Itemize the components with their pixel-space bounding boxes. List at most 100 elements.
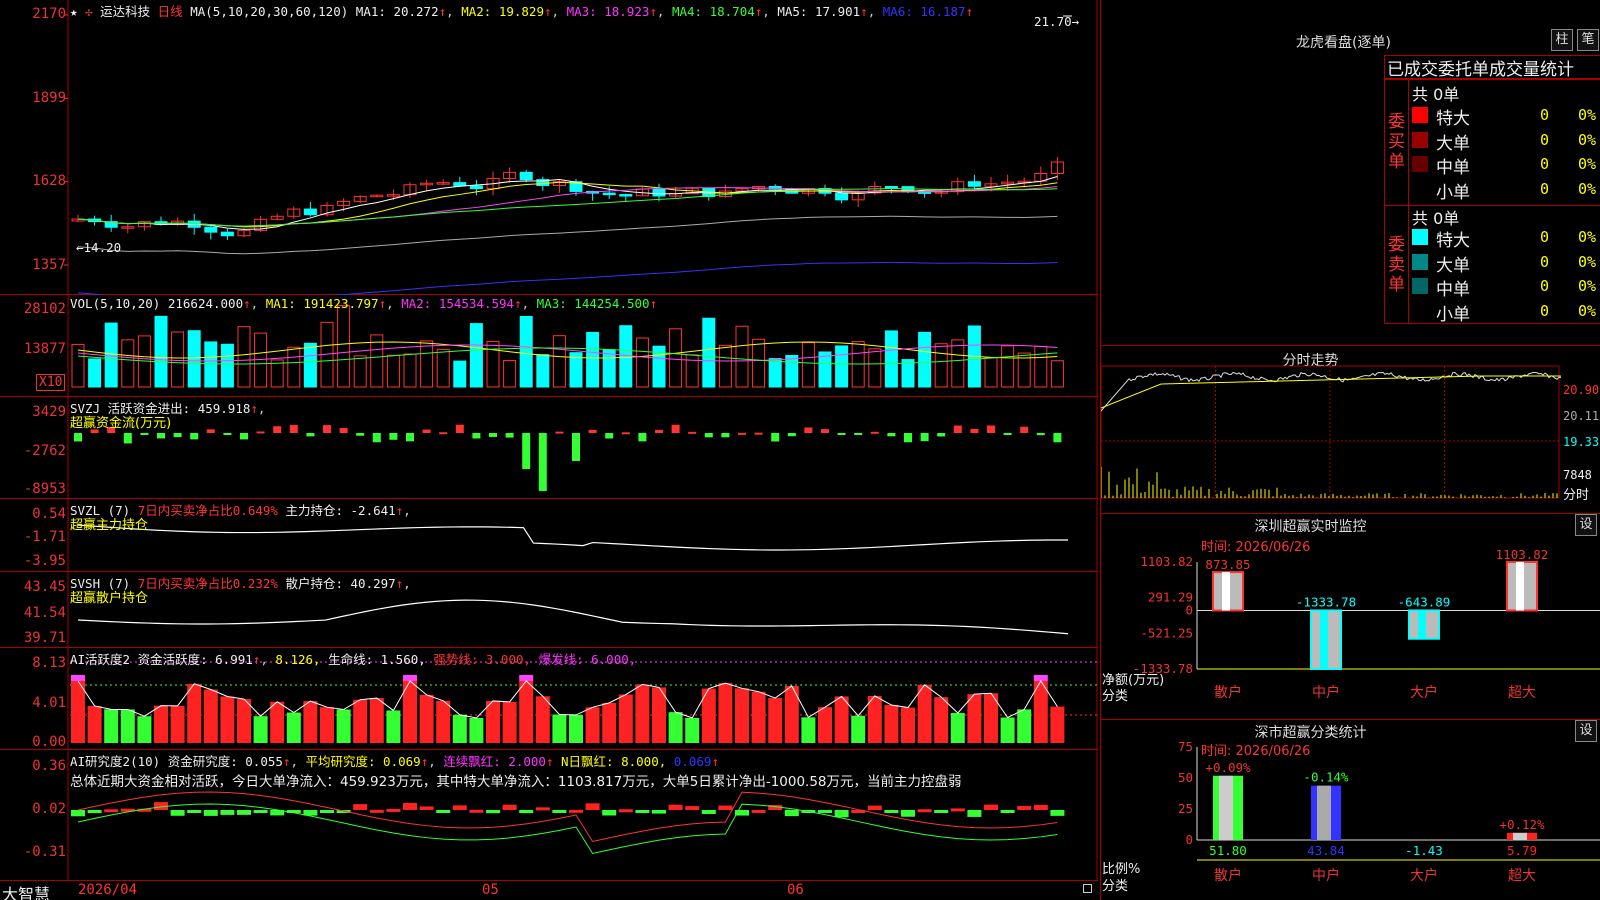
svzj-bar: [605, 433, 614, 439]
monitor-bar-highlight: [1320, 610, 1328, 669]
dragon-tiger-header: 已成交委托单成交量统计: [1387, 60, 1574, 80]
sell-swatch: [1412, 229, 1428, 245]
intra-y-label-1: 20.90: [1563, 383, 1600, 397]
ai-active-bar: [270, 701, 285, 743]
ma2-label: MA2:: [461, 4, 492, 19]
volume-bar: [635, 337, 649, 388]
volume-pane[interactable]: VOL(5,10,20) 216624.000↑, MA1: 191423.79…: [0, 295, 1098, 397]
ai-strong-line: 强势线: 3.000,: [433, 652, 532, 667]
ai-research-bar: [187, 810, 202, 813]
ai-active-bar: [718, 683, 733, 743]
ai-research-bar: [950, 808, 965, 812]
monitor-value-label: -643.89: [1398, 594, 1451, 609]
sell-row-pct: 0%: [1578, 252, 1597, 271]
ai-research-bar: [320, 810, 334, 813]
volume-bar: [104, 322, 118, 388]
period-label[interactable]: 日线: [158, 4, 183, 19]
sz-monitor-axis-sub: 分类: [1102, 689, 1129, 704]
ai-active-bar: [154, 705, 168, 743]
ai-research-bar: [1050, 810, 1065, 816]
monitor-category-label: 大户: [1410, 684, 1438, 701]
ai-research-streak: 连续飘红: 2.000: [443, 754, 546, 769]
kline-chart[interactable]: [0, 0, 1098, 295]
pin-icon[interactable]: ✢: [85, 4, 93, 19]
svzj-y-label-2: -2762: [23, 443, 66, 459]
svzj-y-label-3: -8953: [23, 481, 66, 497]
ai-active-bar: [635, 684, 650, 743]
res-y-label-2: 0.02: [32, 801, 66, 817]
bar-mode-button[interactable]: 柱: [1551, 29, 1573, 51]
ai-research-header: AI研究度2(10) 资金研究度: 0.055↑, 平均研究度: 0.069↑,…: [70, 754, 719, 769]
ma-line-3: [77, 186, 1058, 227]
class-y-tick-label: 0: [1185, 832, 1193, 847]
svzj-bar: [837, 433, 846, 435]
buy-row-pct: 0%: [1578, 106, 1597, 124]
volume-bar: [884, 330, 898, 388]
svzj-bar: [754, 432, 763, 435]
svzj-bar: [206, 429, 215, 433]
ai-active-pane[interactable]: AI活跃度2 资金活跃度: 6.991↑, 8.126, 生命线: 1.560,…: [0, 648, 1098, 750]
buy-row-pct: 0%: [1578, 179, 1597, 198]
intraday-chart[interactable]: [1101, 346, 1600, 514]
intra-unit-label: 分时: [1563, 488, 1590, 503]
svzl-pane[interactable]: SVZL (7) 7日内买卖净占比0.649% 主力持仓: -2.641↑, 超…: [0, 499, 1098, 572]
intraday-panel[interactable]: 分时走势 20.90 20.11 19.33 7848 分时: [1100, 345, 1600, 513]
month-06-label: 06: [787, 882, 804, 898]
candle-body: [619, 194, 633, 197]
star-icon[interactable]: ★: [70, 4, 78, 19]
svzj-bar: [472, 433, 481, 439]
ai-research-bar: [718, 805, 733, 810]
svzj-bar: [771, 433, 780, 442]
svsh-pane[interactable]: SVSH (7) 7日内买卖净占比0.232% 散户持仓: 40.297↑, 超…: [0, 572, 1098, 648]
volume-bar: [337, 305, 351, 388]
svsh-y-label-3: 39.71: [23, 630, 66, 646]
buy-row-count: 0: [1540, 179, 1550, 198]
ai-research-bar: [569, 809, 583, 813]
ai-burst-cap: [519, 675, 534, 681]
monitor-value-label: 1103.82: [1496, 547, 1549, 562]
class-value-label: 43.84: [1307, 843, 1345, 858]
ai-active-bar: [253, 716, 268, 743]
lock-icon[interactable]: [1083, 884, 1092, 893]
svzj-pane[interactable]: SVZJ 活跃资金进出: 459.918↑, 超赢资金流(万元) 3429 -2…: [0, 397, 1098, 499]
ai-y-label-2: 4.01: [32, 695, 66, 711]
svzj-bar: [987, 425, 995, 433]
ai-active-bar: [867, 695, 882, 743]
ai-active-bar: [751, 691, 766, 743]
intra-y-label-3: 19.33: [1563, 435, 1600, 449]
ai-active-bar: [834, 696, 849, 743]
vol-ma3: MA3: 144254.500: [536, 296, 650, 311]
svzj-bar: [572, 433, 580, 461]
research-line: [77, 791, 1058, 843]
intra-avg-line: [1101, 375, 1561, 409]
kline-pane[interactable]: ★ ✢ 运达科技 日线 MA(5,10,20,30,60,120) MA1: 2…: [0, 0, 1098, 295]
monitor-category-label: 散户: [1214, 684, 1242, 701]
volume-bar: [386, 354, 400, 388]
sell-row-count: 0: [1540, 252, 1550, 271]
candle-body: [652, 188, 666, 197]
buy-row: 大单 0 0%: [1410, 129, 1600, 154]
ai-research-pane[interactable]: AI研究度2(10) 资金研究度: 0.055↑, 平均研究度: 0.069↑,…: [0, 750, 1098, 880]
dragon-tiger-title: 龙虎看盘(逐单): [1296, 35, 1391, 51]
ma1-value: 20.272: [393, 4, 439, 19]
sell-row-count: 0: [1540, 277, 1550, 295]
ai-research-bar: [685, 806, 700, 810]
res-y-label-3: -0.31: [23, 844, 66, 860]
svzj-bar: [223, 433, 232, 435]
ai-research-bar: [469, 809, 484, 813]
svzj-bar: [140, 433, 149, 435]
stroke-mode-button[interactable]: 笔: [1577, 29, 1599, 51]
volume-bar: [88, 358, 102, 388]
vol-y-label-2: 13877: [23, 341, 66, 357]
class-y-tick-label: 25: [1178, 801, 1193, 816]
ma4-value: 18.704: [709, 4, 755, 19]
volume-bar: [918, 331, 932, 388]
volume-bar: [602, 349, 616, 388]
svsh-y-label-2: 41.54: [23, 605, 66, 621]
ai-active-bar: [602, 702, 617, 743]
sell-side-label: 委卖单: [1388, 235, 1405, 295]
svzj-bar: [555, 431, 564, 434]
svzj-bar: [787, 433, 796, 437]
buy-row: 中单 0 0%: [1410, 153, 1600, 178]
candle-body: [835, 192, 849, 201]
